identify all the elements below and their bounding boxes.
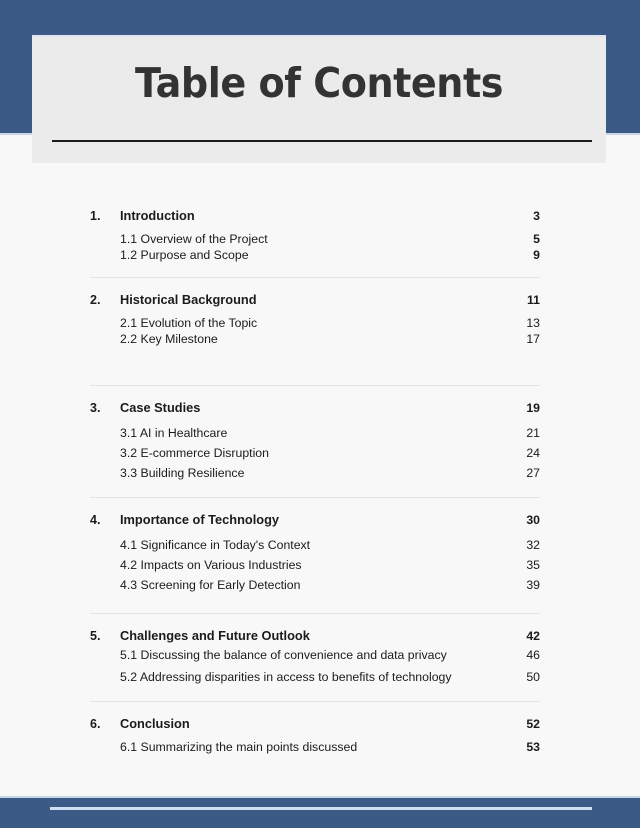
toc-section-header[interactable]: 1. Introduction 3	[90, 208, 540, 223]
toc-section-header[interactable]: 6. Conclusion 52	[90, 716, 540, 731]
toc-section-header[interactable]: 3. Case Studies 19	[90, 400, 540, 415]
toc-section-divider	[90, 497, 540, 498]
toc-subsection-row[interactable]: 6.1 Summarizing the main points discusse…	[90, 740, 540, 754]
toc-subsection-label: 4.1 Significance in Today's Context	[120, 538, 311, 552]
toc-section-number: 6.	[90, 717, 101, 731]
toc-section-page-number: 3	[533, 209, 540, 223]
toc-section-title: Challenges and Future Outlook	[120, 628, 310, 643]
toc-subsection-row[interactable]: 3.3 Building Resilience 27	[90, 466, 540, 480]
toc-section-header[interactable]: 5. Challenges and Future Outlook 42	[90, 628, 540, 643]
toc-section-number: 5.	[90, 629, 101, 643]
toc-subsection-row[interactable]: 3.2 E-commerce Disruption 24	[90, 446, 540, 460]
toc-section-page-number: 11	[527, 293, 540, 307]
toc-section-number: 1.	[90, 209, 101, 223]
toc-subsection-row[interactable]: 5.2 Addressing disparities in access to …	[90, 670, 540, 684]
toc-subsection-label: 4.3 Screening for Early Detection	[120, 578, 301, 592]
toc-subsection-page-number: 5	[533, 232, 540, 246]
toc-subsection-label: 5.2 Addressing disparities in access to …	[120, 670, 452, 684]
toc-section-page-number: 30	[526, 513, 540, 527]
toc-subsection-label: 3.1 AI in Healthcare	[120, 426, 228, 440]
toc-section-page-number: 52	[526, 717, 540, 731]
toc-subsection-label: 3.2 E-commerce Disruption	[120, 446, 269, 460]
toc-subsection-label: 4.2 Impacts on Various Industries	[120, 558, 302, 572]
toc-subsection-label: 3.3 Building Resilience	[120, 466, 245, 480]
footer-rule	[50, 807, 592, 810]
page-title: Table of Contents	[135, 59, 503, 107]
toc-subsection-page-number: 35	[526, 558, 540, 572]
toc-subsection-row[interactable]: 5.1 Discussing the balance of convenienc…	[90, 648, 540, 662]
document-page: Table of Contents 1. Introduction 3 1.1 Ove…	[0, 0, 640, 828]
toc-subsection-page-number: 9	[533, 248, 540, 262]
toc-subsection-page-number: 46	[526, 648, 540, 662]
toc-section-number: 3.	[90, 401, 101, 415]
toc-subsection-page-number: 13	[526, 316, 540, 330]
toc-section-header[interactable]: 2. Historical Background 11	[90, 292, 540, 307]
toc-subsection-row[interactable]: 4.1 Significance in Today's Context 32	[90, 538, 540, 552]
toc-section-title: Importance of Technology	[120, 512, 280, 527]
toc-section-divider	[90, 613, 540, 614]
toc-section-number: 2.	[90, 293, 101, 307]
toc-section-page-number: 19	[526, 401, 540, 415]
toc-subsection-page-number: 27	[526, 466, 540, 480]
toc-section-page-number: 42	[526, 629, 540, 643]
toc-section-header[interactable]: 4. Importance of Technology 30	[90, 512, 540, 527]
toc-subsection-label: 1.1 Overview of the Project	[120, 232, 268, 246]
toc-subsection-row[interactable]: 1.2 Purpose and Scope 9	[90, 248, 540, 262]
toc-section-title: Conclusion	[120, 716, 190, 731]
toc-section-number: 4.	[90, 513, 101, 527]
bottom-accent-band	[0, 798, 640, 828]
toc-subsection-row[interactable]: 2.1 Evolution of the Topic 13	[90, 316, 540, 330]
toc-section-title: Historical Background	[120, 292, 257, 307]
toc-subsection-row[interactable]: 3.1 AI in Healthcare 21	[90, 426, 540, 440]
toc-section-title: Case Studies	[120, 400, 201, 415]
toc-subsection-row[interactable]: 4.2 Impacts on Various Industries 35	[90, 558, 540, 572]
toc-subsection-page-number: 53	[526, 740, 540, 754]
toc-section-title: Introduction	[120, 208, 195, 223]
toc-section-divider	[90, 701, 540, 702]
title-card: Table of Contents	[32, 35, 606, 163]
toc-subsection-label: 5.1 Discussing the balance of convenienc…	[120, 648, 447, 662]
toc-subsection-label: 2.1 Evolution of the Topic	[120, 316, 258, 330]
toc-subsection-page-number: 50	[526, 670, 540, 684]
toc-subsection-label: 6.1 Summarizing the main points discusse…	[120, 740, 358, 754]
toc-subsection-row[interactable]: 1.1 Overview of the Project 5	[90, 232, 540, 246]
toc-subsection-row[interactable]: 4.3 Screening for Early Detection 39	[90, 578, 540, 592]
toc-subsection-page-number: 32	[526, 538, 540, 552]
title-underline	[52, 140, 592, 142]
toc-section-divider	[90, 385, 540, 386]
toc-subsection-label: 2.2 Key Milestone	[120, 332, 218, 346]
toc-subsection-label: 1.2 Purpose and Scope	[120, 248, 249, 262]
toc-section-divider	[90, 277, 540, 278]
toc-subsection-page-number: 21	[526, 426, 540, 440]
toc-subsection-page-number: 39	[526, 578, 540, 592]
toc-subsection-row[interactable]: 2.2 Key Milestone 17	[90, 332, 540, 346]
toc-subsection-page-number: 17	[526, 332, 540, 346]
toc-subsection-page-number: 24	[526, 446, 540, 460]
